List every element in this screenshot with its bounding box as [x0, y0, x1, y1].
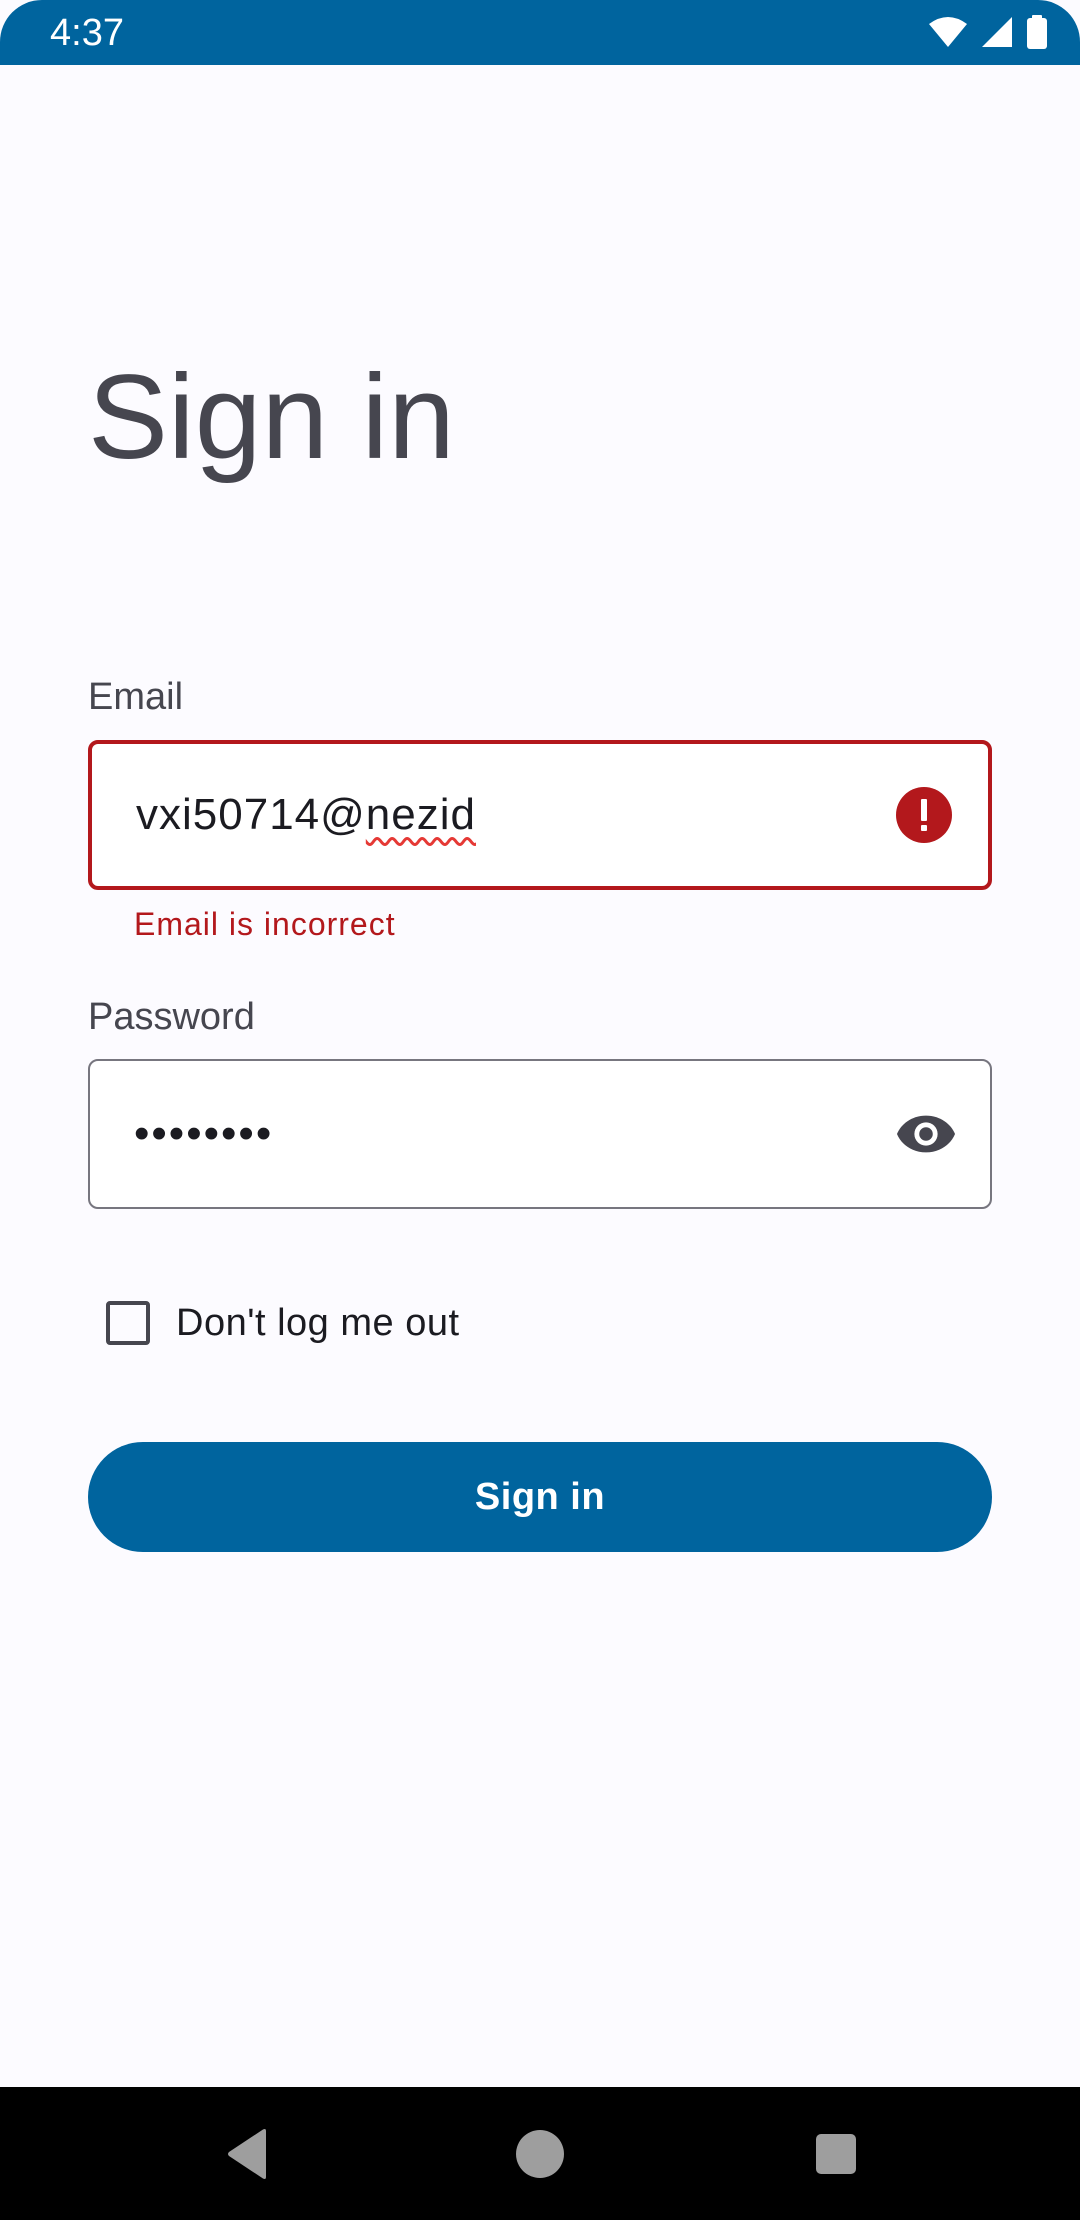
email-value: vxi50714@nezid: [136, 790, 476, 840]
password-label: Password: [88, 996, 255, 1038]
dont-log-me-out-checkbox[interactable]: [106, 1301, 150, 1345]
password-field[interactable]: ••••••••: [88, 1059, 992, 1209]
status-time: 4:37: [50, 12, 124, 54]
recents-icon[interactable]: [806, 2124, 866, 2184]
sign-in-screen: 4:37 Sign in Email vxi50714@nezid Email …: [0, 0, 1080, 2220]
email-value-prefix: vxi50714@: [136, 790, 366, 839]
password-value: ••••••••: [134, 1109, 274, 1158]
battery-icon: [1026, 15, 1048, 49]
error-icon: [894, 785, 954, 845]
dont-log-me-out-label: Don't log me out: [176, 1301, 460, 1344]
status-icons: [928, 14, 1048, 50]
email-error-message: Email is incorrect: [134, 906, 396, 942]
email-label: Email: [88, 676, 184, 718]
email-value-misspelled: nezid: [365, 790, 476, 839]
home-icon[interactable]: [510, 2124, 570, 2184]
visibility-eye-icon[interactable]: [896, 1104, 956, 1164]
navigation-bar: [0, 2087, 1080, 2220]
status-bar: 4:37: [0, 0, 1080, 65]
dont-log-me-out-row[interactable]: Don't log me out: [106, 1296, 460, 1350]
cellular-signal-icon: [980, 16, 1014, 48]
page-title: Sign in: [88, 350, 455, 484]
email-field[interactable]: vxi50714@nezid: [88, 740, 992, 890]
sign-in-button[interactable]: Sign in: [88, 1442, 992, 1552]
back-icon[interactable]: [218, 2124, 278, 2184]
wifi-icon: [928, 16, 968, 48]
